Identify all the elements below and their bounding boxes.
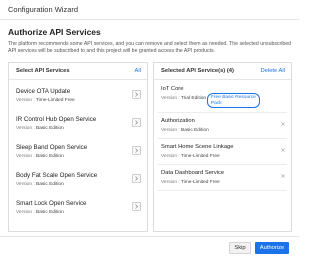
add-service-button[interactable]	[132, 202, 141, 211]
service-version: Version : Time-Limited Free	[161, 154, 220, 159]
version-label: Version :	[161, 180, 180, 185]
version-label: Version :	[16, 98, 35, 103]
service-version: Version : Time-Limited Free	[161, 180, 220, 185]
available-service-item[interactable]: Sleep Band Open Service Version : Basic …	[9, 141, 147, 167]
service-name: IoT Core	[161, 86, 184, 92]
version-value: Basic Edition	[36, 126, 64, 131]
version-value: Trial Edition	[180, 96, 207, 101]
add-service-button[interactable]	[132, 146, 141, 155]
service-name: Sleep Band Open Service	[16, 144, 88, 151]
available-services-title: Select API Services	[16, 68, 70, 74]
version-label: Version :	[16, 126, 35, 131]
add-service-button[interactable]	[132, 118, 141, 127]
section-title: Authorize API Services	[8, 27, 101, 37]
section-description: The platform recommends some API service…	[8, 41, 292, 55]
chevron-right-icon	[135, 204, 138, 209]
skip-button[interactable]: Skip	[229, 242, 251, 254]
version-label: Version :	[16, 210, 35, 215]
service-version: Version : Basic Edition	[16, 182, 64, 187]
version-value: Time-Limited Free	[180, 154, 220, 159]
authorize-button[interactable]: Authorize	[255, 242, 289, 254]
service-name: Data Dashboard Service	[161, 170, 225, 176]
selected-service-item: Data Dashboard Service Version : Time-Li…	[158, 167, 287, 191]
service-name: IR Control Hub Open Service	[16, 116, 97, 123]
service-version: Version : Trial Edition	[161, 96, 206, 101]
configuration-wizard-dialog: Configuration Wizard Authorize API Servi…	[0, 0, 300, 258]
version-label: Version :	[16, 154, 35, 159]
close-icon	[280, 147, 285, 152]
version-label: Version :	[161, 154, 180, 159]
selected-service-item: Smart Home Scene Linkage Version : Time-…	[158, 141, 287, 165]
version-value: Basic Edition	[181, 128, 209, 133]
service-name: Smart Home Scene Linkage	[161, 144, 234, 150]
available-services-header: Select API Services All	[9, 63, 147, 80]
chevron-right-icon	[135, 176, 138, 181]
available-service-item[interactable]: IR Control Hub Open Service Version : Ba…	[9, 113, 147, 139]
service-name: Body Fat Scale Open Service	[16, 172, 98, 179]
add-service-button[interactable]	[132, 174, 141, 183]
version-value: Basic Edition	[36, 210, 64, 215]
selected-services-header: Selected API Service(s) (4) Delete All	[154, 63, 291, 80]
free-resource-pack-badge[interactable]: Free Basic Resource Pack	[207, 92, 260, 108]
selected-services-panel: Selected API Service(s) (4) Delete All I…	[153, 62, 292, 232]
version-value: Basic Edition	[36, 182, 64, 187]
service-name: Smart Lock Open Service	[16, 200, 87, 207]
version-label: Version :	[16, 182, 35, 187]
service-version: Version : Time-Limited Free	[16, 98, 75, 103]
service-name: Device OTA Update	[16, 88, 71, 95]
service-version: Version : Basic Edition	[16, 210, 64, 215]
selected-services-title: Selected API Service(s) (4)	[161, 68, 234, 74]
dialog-footer: Skip Authorize	[0, 236, 300, 258]
chevron-right-icon	[135, 120, 138, 125]
chevron-right-icon	[135, 92, 138, 97]
version-value: Time-Limited Free	[35, 98, 75, 103]
available-service-item[interactable]: Device OTA Update Version : Time-Limited…	[9, 85, 147, 111]
version-label: Version :	[161, 96, 180, 101]
dialog-title: Configuration Wizard	[8, 5, 79, 14]
available-services-list: Device OTA Update Version : Time-Limited…	[9, 81, 147, 231]
service-version: Version : Basic Edition	[16, 154, 64, 159]
version-label: Version :	[161, 128, 180, 133]
remove-service-button[interactable]	[279, 120, 286, 127]
version-value: Basic Edition	[36, 154, 64, 159]
dialog-header: Configuration Wizard	[0, 0, 300, 20]
available-services-panel: Select API Services All Device OTA Updat…	[8, 62, 148, 232]
selected-services-list: IoT Core Version : Trial Edition Free Ba…	[154, 81, 291, 231]
remove-service-button[interactable]	[279, 172, 286, 179]
available-service-item[interactable]: Body Fat Scale Open Service Version : Ba…	[9, 169, 147, 195]
service-name: Authorization	[161, 118, 195, 124]
service-version: Version : Basic Edition	[16, 126, 64, 131]
service-version: Version : Basic Edition	[161, 128, 209, 133]
add-service-button[interactable]	[132, 90, 141, 99]
chevron-right-icon	[135, 148, 138, 153]
close-icon	[280, 173, 285, 178]
remove-service-button[interactable]	[279, 146, 286, 153]
select-all-link[interactable]: All	[135, 68, 141, 74]
version-value: Time-Limited Free	[180, 180, 220, 185]
close-icon	[280, 121, 285, 126]
selected-service-item: Authorization Version : Basic Edition	[158, 115, 287, 139]
delete-all-link[interactable]: Delete All	[261, 68, 286, 74]
selected-service-item: IoT Core Version : Trial Edition Free Ba…	[158, 83, 287, 113]
available-service-item[interactable]: Smart Lock Open Service Version : Basic …	[9, 197, 147, 223]
